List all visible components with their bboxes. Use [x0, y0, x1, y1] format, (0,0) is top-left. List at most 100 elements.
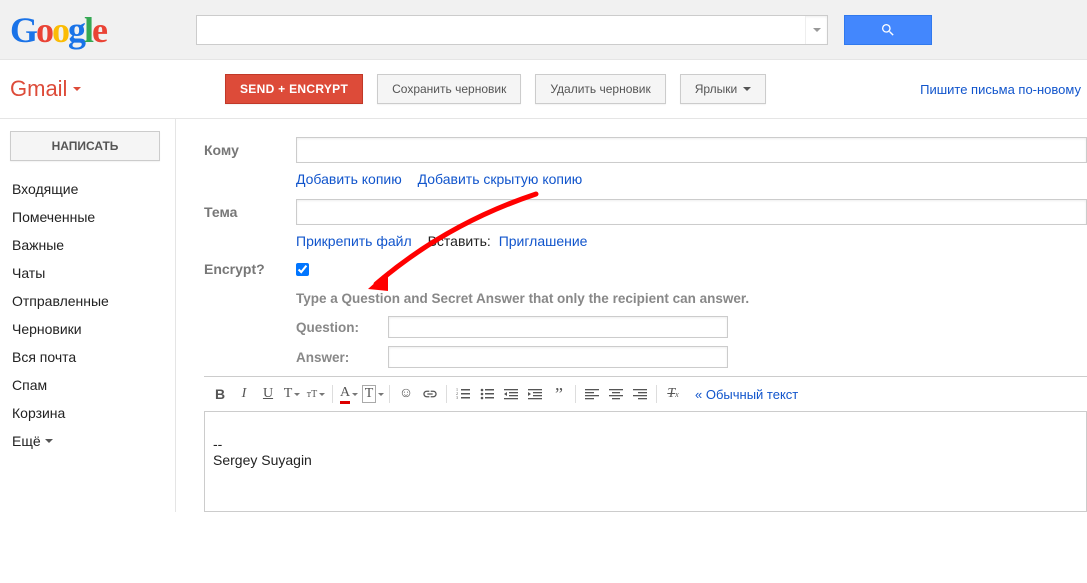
sidebar-item-starred[interactable]: Помеченные: [10, 203, 165, 231]
underline-button[interactable]: U: [256, 383, 280, 405]
align-right-icon: [633, 388, 647, 400]
to-input[interactable]: [296, 137, 1087, 163]
signature-text: Sergey Suyagin: [213, 452, 1078, 468]
numbered-list-button[interactable]: 123: [451, 383, 475, 405]
question-input[interactable]: [388, 316, 728, 338]
sidebar-more-label: Ещё: [12, 433, 41, 449]
gmail-brand[interactable]: Gmail: [10, 76, 215, 102]
caret-down-icon: [813, 28, 821, 32]
encrypt-label: Encrypt?: [204, 261, 296, 277]
question-label: Question:: [296, 320, 388, 335]
caret-down-icon: [352, 393, 358, 396]
outdent-button[interactable]: [499, 383, 523, 405]
search-options-dropdown[interactable]: [805, 16, 827, 44]
topbar: Google: [0, 0, 1087, 60]
link-icon: [422, 389, 438, 399]
highlight-button[interactable]: T: [361, 383, 385, 405]
subject-row: Тема: [204, 199, 1087, 225]
separator: [332, 385, 333, 403]
numbered-list-icon: 123: [456, 388, 470, 400]
add-cc-link[interactable]: Добавить копию: [296, 171, 402, 187]
sidebar-item-chats[interactable]: Чаты: [10, 259, 165, 287]
richtext-toolbar: B I U T тT A T ☺ 123: [204, 376, 1087, 412]
caret-down-icon: [319, 393, 325, 396]
search-input[interactable]: [197, 16, 805, 44]
gmail-brand-label: Gmail: [10, 76, 67, 102]
bullet-list-icon: [480, 388, 494, 400]
add-bcc-link[interactable]: Добавить скрытую копию: [418, 171, 583, 187]
delete-draft-button[interactable]: Удалить черновик: [535, 74, 665, 104]
remove-format-button[interactable]: Tx: [661, 383, 685, 405]
answer-input[interactable]: [388, 346, 728, 368]
sidebar-item-sent[interactable]: Отправленные: [10, 287, 165, 315]
to-sublinks: Добавить копию Добавить скрытую копию: [296, 171, 1087, 187]
textcolor-button[interactable]: A: [337, 383, 361, 405]
fontfamily-button[interactable]: T: [280, 383, 304, 405]
save-draft-button[interactable]: Сохранить черновик: [377, 74, 521, 104]
bold-button[interactable]: B: [208, 383, 232, 405]
main-layout: НАПИСАТЬ Входящие Помеченные Важные Чаты…: [0, 119, 1087, 512]
sidebar-item-inbox[interactable]: Входящие: [10, 175, 165, 203]
answer-label: Answer:: [296, 350, 388, 365]
search-wrap: [196, 15, 932, 45]
plaintext-link[interactable]: « Обычный текст: [695, 387, 798, 402]
google-logo: Google: [10, 9, 106, 51]
toolbar-row: Gmail SEND + ENCRYPT Сохранить черновик …: [0, 60, 1087, 119]
search-box: [196, 15, 828, 45]
question-row: Question:: [204, 316, 1087, 338]
message-body[interactable]: -- Sergey Suyagin: [204, 412, 1087, 512]
labels-button-label: Ярлыки: [695, 82, 738, 96]
sidebar-item-drafts[interactable]: Черновики: [10, 315, 165, 343]
separator: [656, 385, 657, 403]
link-button[interactable]: [418, 383, 442, 405]
compose-panel: Кому Добавить копию Добавить скрытую коп…: [175, 119, 1087, 512]
align-right-button[interactable]: [628, 383, 652, 405]
align-center-icon: [609, 388, 623, 400]
caret-down-icon: [45, 439, 53, 443]
sidebar-item-more[interactable]: Ещё: [10, 427, 165, 455]
align-left-button[interactable]: [580, 383, 604, 405]
align-center-button[interactable]: [604, 383, 628, 405]
bullet-list-button[interactable]: [475, 383, 499, 405]
to-row: Кому: [204, 137, 1087, 163]
caret-down-icon: [378, 393, 384, 396]
align-left-icon: [585, 388, 599, 400]
encrypt-hint: Type a Question and Secret Answer that o…: [296, 291, 1087, 306]
to-label: Кому: [204, 142, 296, 158]
encrypt-row: Encrypt?: [204, 261, 1087, 277]
caret-down-icon: [73, 87, 81, 91]
answer-row: Answer:: [204, 346, 1087, 368]
indent-button[interactable]: [523, 383, 547, 405]
subject-label: Тема: [204, 204, 296, 220]
italic-button[interactable]: I: [232, 383, 256, 405]
separator: [389, 385, 390, 403]
fontsize-button[interactable]: тT: [304, 383, 328, 405]
emoji-button[interactable]: ☺: [394, 383, 418, 405]
subject-input[interactable]: [296, 199, 1087, 225]
search-button[interactable]: [844, 15, 932, 45]
insert-invite-link[interactable]: Приглашение: [499, 233, 588, 249]
indent-icon: [528, 388, 542, 400]
sidebar-item-important[interactable]: Важные: [10, 231, 165, 259]
insert-label: Вставить:: [428, 233, 491, 249]
compose-button[interactable]: НАПИСАТЬ: [10, 131, 160, 161]
labels-button[interactable]: Ярлыки: [680, 74, 767, 104]
separator: [446, 385, 447, 403]
sidebar-item-trash[interactable]: Корзина: [10, 399, 165, 427]
search-icon: [880, 22, 896, 38]
new-compose-link[interactable]: Пишите письма по-новому: [920, 82, 1081, 97]
separator: [575, 385, 576, 403]
quote-button[interactable]: ”: [547, 383, 571, 405]
attach-file-link[interactable]: Прикрепить файл: [296, 233, 412, 249]
encrypt-checkbox[interactable]: [296, 263, 309, 276]
sidebar-item-spam[interactable]: Спам: [10, 371, 165, 399]
signature-separator: --: [213, 436, 1078, 452]
caret-down-icon: [743, 87, 751, 91]
caret-down-icon: [294, 393, 300, 396]
attach-sublinks: Прикрепить файл Вставить: Приглашение: [296, 233, 1087, 249]
sidebar-item-allmail[interactable]: Вся почта: [10, 343, 165, 371]
svg-text:3: 3: [456, 395, 458, 400]
sidebar: НАПИСАТЬ Входящие Помеченные Важные Чаты…: [0, 119, 175, 512]
outdent-icon: [504, 388, 518, 400]
send-encrypt-button[interactable]: SEND + ENCRYPT: [225, 74, 363, 104]
